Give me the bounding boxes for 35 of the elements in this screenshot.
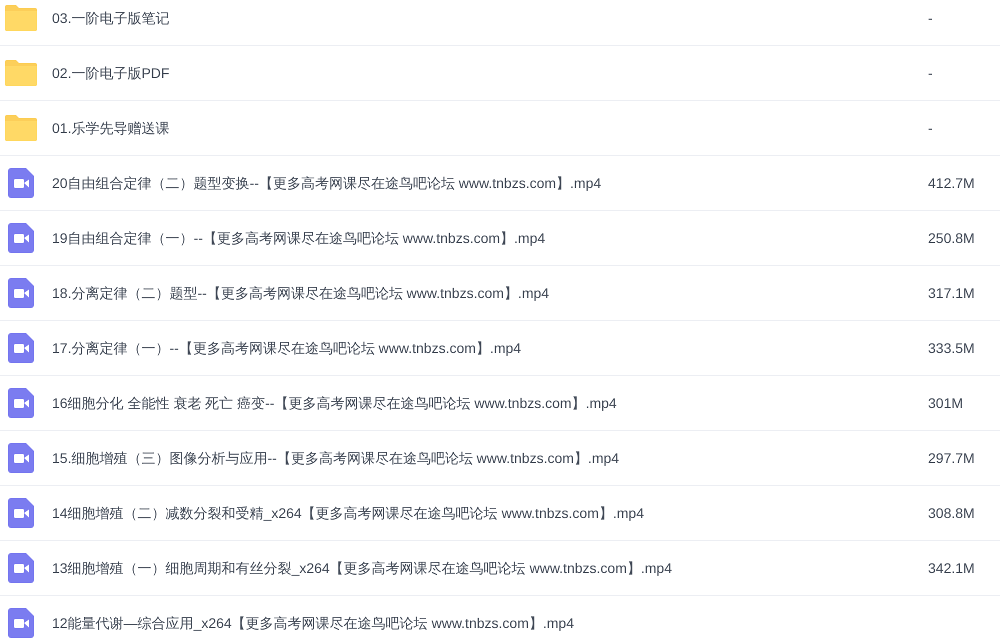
video-file-icon	[8, 388, 34, 418]
file-size: 342.1M	[928, 560, 975, 576]
file-name[interactable]: 20自由组合定律（二）题型变换--【更多高考网课尽在途鸟吧论坛 www.tnbzs.com】.mp4	[52, 172, 602, 194]
file-name[interactable]: 16细胞分化 全能性 衰老 死亡 癌变--【更多高考网课尽在途鸟吧论坛 www.tnbzs.com】.mp4	[52, 392, 617, 414]
file-size: 250.8M	[928, 230, 975, 246]
video-file-icon	[8, 223, 34, 253]
file-name[interactable]: 12能量代谢—综合应用_x264【更多高考网课尽在途鸟吧论坛 www.tnbzs.com】.mp4	[52, 612, 574, 634]
file-name[interactable]: 18.分离定律（二）题型--【更多高考网课尽在途鸟吧论坛 www.tnbzs.com】.mp4	[52, 282, 550, 304]
folder-name[interactable]: 03.一阶电子版笔记	[52, 8, 170, 28]
file-size: 333.5M	[928, 340, 975, 356]
file-size: 412.7M	[928, 174, 975, 190]
file-name[interactable]: 19自由组合定律（一）--【更多高考网课尽在途鸟吧论坛 www.tnbzs.com】.mp4	[52, 228, 546, 248]
file-name[interactable]: 13细胞增殖（一）细胞周期和有丝分裂_x264【更多高考网课尽在途鸟吧论坛 www.tnbzs.com】.mp4	[52, 558, 672, 578]
file-size: -	[928, 120, 933, 136]
file-size: -	[928, 10, 933, 26]
video-file-icon	[8, 553, 34, 583]
folder-name[interactable]: 01.乐学先导赠送课	[52, 118, 170, 138]
folder-icon	[5, 115, 37, 141]
video-file-icon	[8, 278, 34, 308]
file-name[interactable]: 17.分离定律（一）--【更多高考网课尽在途鸟吧论坛 www.tnbzs.com】.mp4	[52, 338, 522, 358]
file-size: 297.7M	[928, 450, 975, 466]
folder-icon	[5, 5, 37, 31]
folder-name[interactable]: 02.一阶电子版PDF	[52, 62, 170, 84]
video-file-icon	[8, 608, 34, 638]
file-size: 308.8M	[928, 504, 975, 520]
file-name[interactable]: 15.细胞增殖（三）图像分析与应用--【更多高考网课尽在途鸟吧论坛 www.tnbzs.com】.mp4	[52, 448, 620, 468]
file-name[interactable]: 14细胞增殖（二）减数分裂和受精_x264【更多高考网课尽在途鸟吧论坛 www.tnbzs.com】.mp4	[52, 502, 644, 524]
video-file-icon	[8, 443, 34, 473]
file-size: 317.1M	[928, 284, 975, 300]
folder-icon	[5, 60, 37, 86]
file-size: -	[928, 64, 933, 80]
video-file-icon	[8, 498, 34, 528]
file-size: 301M	[928, 394, 964, 410]
video-file-icon	[8, 333, 34, 363]
video-file-icon	[8, 168, 34, 198]
